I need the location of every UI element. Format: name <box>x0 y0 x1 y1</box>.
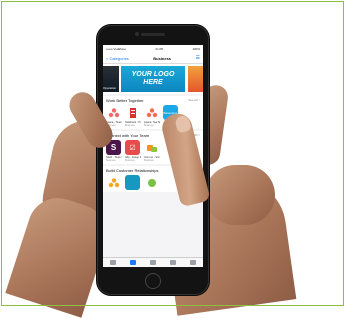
image-frame <box>1 1 344 306</box>
